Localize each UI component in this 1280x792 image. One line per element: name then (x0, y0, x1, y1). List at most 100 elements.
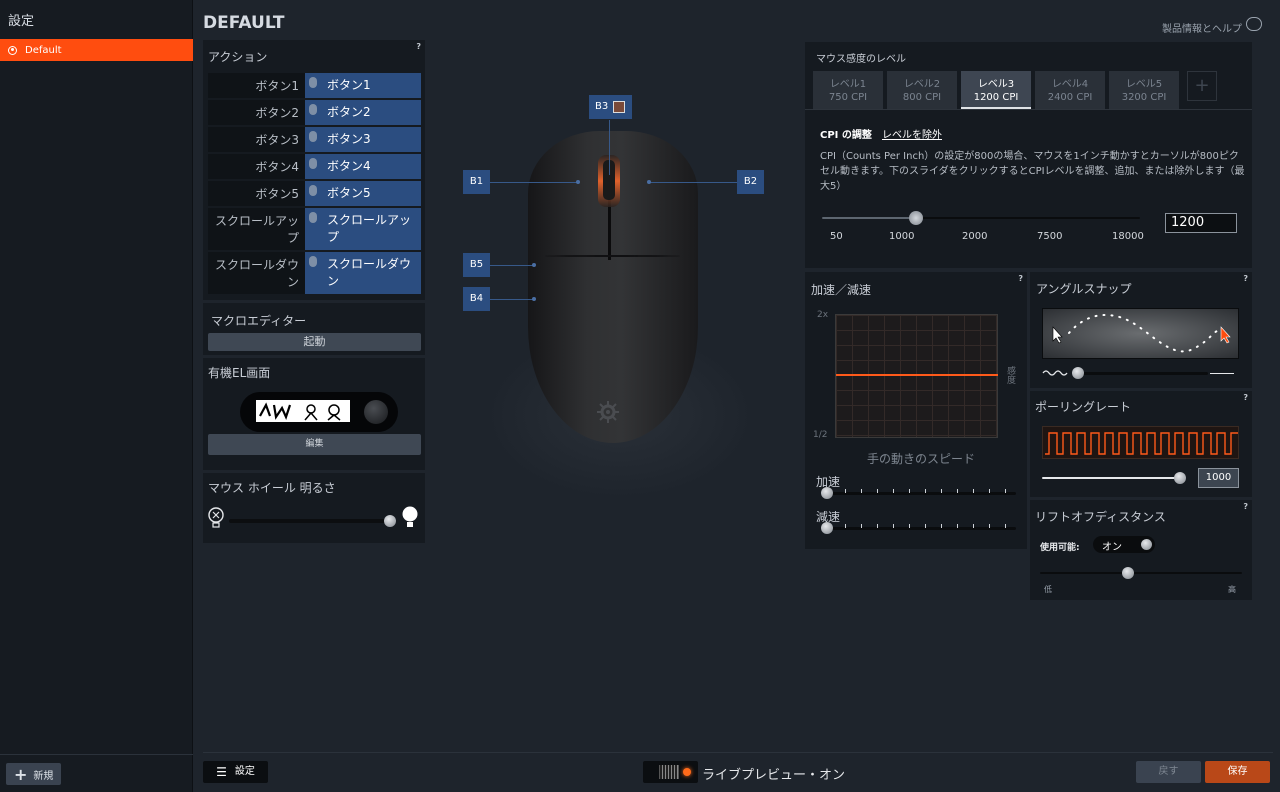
mouse-icon (309, 131, 317, 142)
b1-label[interactable]: B1 (463, 170, 490, 194)
accel-title: 加速／減速 (811, 283, 872, 297)
action-row-scroll-up[interactable]: スクロールアップ スクロールアップ (208, 208, 421, 250)
cpi-level-5[interactable]: レベル5 3200 CPI (1109, 71, 1179, 109)
help-icon[interactable]: ? (416, 42, 421, 51)
mouse-icon (309, 158, 317, 169)
lift-off-high: 高 (1228, 585, 1236, 594)
oled-wheel-knob (364, 400, 388, 424)
decel-slider-knob[interactable] (821, 522, 833, 534)
angle-snap-knob[interactable] (1072, 367, 1084, 379)
b1-connector (490, 182, 578, 183)
slider-tick (925, 524, 926, 528)
brightness-track[interactable] (229, 519, 395, 523)
slider-tick (877, 489, 878, 493)
sidebar-title: 設定 (8, 14, 35, 29)
actions-panel: ? アクション ボタン1 ボタン1 ボタン2 ボタン2 ボタン3 ボタン3 ボタ… (203, 40, 425, 300)
polling-value[interactable]: 1000 (1198, 468, 1239, 488)
cpi-level-4[interactable]: レベル4 2400 CPI (1035, 71, 1105, 109)
cpi-level-2[interactable]: レベル2 800 CPI (887, 71, 957, 109)
save-button[interactable]: 保存 (1205, 761, 1270, 783)
lift-off-track[interactable] (1040, 572, 1242, 574)
action-row-button3[interactable]: ボタン3 ボタン3 (208, 127, 421, 152)
profile-item-default[interactable]: Default (0, 39, 193, 61)
revert-button[interactable]: 戻す (1136, 761, 1201, 783)
action-row-button1[interactable]: ボタン1 ボタン1 (208, 73, 421, 98)
live-preview-label: ライブプレビュー・オン (702, 768, 846, 783)
help-icon[interactable]: ? (1243, 393, 1248, 402)
chat-bubble-icon[interactable] (1246, 17, 1262, 31)
settings-button[interactable]: ☰ 設定 (203, 761, 268, 783)
help-link[interactable]: 製品情報とヘルプ (1162, 20, 1242, 35)
cpi-remove-tab[interactable]: レベルを除外 (882, 126, 942, 141)
b2-label[interactable]: B2 (737, 170, 764, 194)
action-value[interactable]: ボタン4 (305, 154, 421, 179)
lift-off-knob[interactable] (1122, 567, 1134, 579)
live-preview-toggle[interactable] (643, 761, 698, 783)
oled-title: 有機EL画面 (208, 366, 271, 380)
cpi-value-input[interactable]: 1200 (1165, 213, 1237, 233)
settings-label: 設定 (234, 766, 255, 777)
action-value[interactable]: ボタン3 (305, 127, 421, 152)
b4-label[interactable]: B4 (463, 287, 490, 311)
add-cpi-level-button[interactable]: + (1187, 71, 1217, 101)
slider-tick (893, 524, 894, 528)
polling-title: ポーリングレート (1035, 400, 1132, 414)
page-title: DEFAULT (203, 13, 285, 33)
action-value[interactable]: スクロールアップ (305, 208, 421, 250)
action-row-button2[interactable]: ボタン2 ボタン2 (208, 100, 421, 125)
polling-track[interactable] (1042, 477, 1182, 479)
mouse-icon (309, 104, 317, 115)
cpi-description: CPI（Counts Per Inch）の設定が800の場合、マウスを1インチ動… (820, 151, 1245, 192)
new-profile-button[interactable]: + 新規 (6, 763, 62, 785)
action-value[interactable]: ボタン1 (305, 73, 421, 98)
action-key: ボタン3 (208, 127, 305, 152)
lift-off-toggle[interactable]: オン (1093, 536, 1155, 553)
toggle-grip-icon (659, 765, 679, 779)
action-row-button4[interactable]: ボタン4 ボタン4 (208, 154, 421, 179)
decel-track[interactable] (822, 527, 1016, 530)
accel-slider-knob[interactable] (821, 487, 833, 499)
help-icon[interactable]: ? (1243, 274, 1248, 283)
angle-snap-title: アングルスナップ (1036, 282, 1132, 296)
cpi-level-3[interactable]: レベル3 1200 CPI (961, 71, 1031, 109)
bulb-on-icon (402, 506, 418, 527)
cpi-tabs-divider (805, 109, 1252, 110)
polling-knob[interactable] (1174, 472, 1186, 484)
sidebar-bottom: + 新規 (0, 754, 193, 792)
b5-label[interactable]: B5 (463, 253, 490, 277)
actions-title: アクション (208, 50, 268, 64)
slider-tick (1005, 524, 1006, 528)
slider-tick (845, 524, 846, 528)
action-value[interactable]: ボタン5 (305, 181, 421, 206)
help-icon[interactable]: ? (1243, 502, 1248, 511)
wave-icon (1042, 370, 1068, 376)
oled-panel: 有機EL画面 編集 (203, 358, 425, 470)
accel-y-bottom: 1/2 (813, 430, 828, 440)
lift-off-title: リフトオフディスタンス (1035, 510, 1166, 524)
action-row-scroll-down[interactable]: スクロールダウン スクロールダウン (208, 252, 421, 294)
cpi-slider-knob[interactable] (909, 211, 923, 225)
action-key: スクロールアップ (208, 208, 305, 250)
polling-panel: ? ポーリングレート 1000 (1030, 391, 1252, 497)
b5-dot (532, 263, 536, 267)
cpi-adjust-tab[interactable]: CPI の調整 (820, 126, 872, 141)
slider-tick (925, 489, 926, 493)
cpi-level-1[interactable]: レベル1 750 CPI (813, 71, 883, 109)
slider-tick (861, 524, 862, 528)
macro-launch-button[interactable]: 起動 (208, 333, 421, 351)
angle-snap-track[interactable] (1074, 372, 1208, 375)
b3-label[interactable]: B3 (589, 95, 632, 119)
wheel-brightness-title: マウス ホイール 明るさ (208, 481, 336, 495)
action-row-button5[interactable]: ボタン5 ボタン5 (208, 181, 421, 206)
action-value[interactable]: スクロールダウン (305, 252, 421, 294)
brightness-slider-knob[interactable] (384, 515, 397, 527)
oled-edit-button[interactable]: 編集 (208, 434, 421, 455)
accel-x-label: 手の動きのスピード (867, 452, 976, 466)
plus-icon: + (14, 764, 28, 784)
help-icon[interactable]: ? (1018, 274, 1023, 283)
steelseries-logo-icon (597, 401, 619, 423)
action-value[interactable]: ボタン2 (305, 100, 421, 125)
cpi-scale-18000: 18000 (1112, 231, 1144, 242)
accel-track[interactable] (822, 492, 1016, 495)
bulb-off-icon (208, 507, 224, 528)
